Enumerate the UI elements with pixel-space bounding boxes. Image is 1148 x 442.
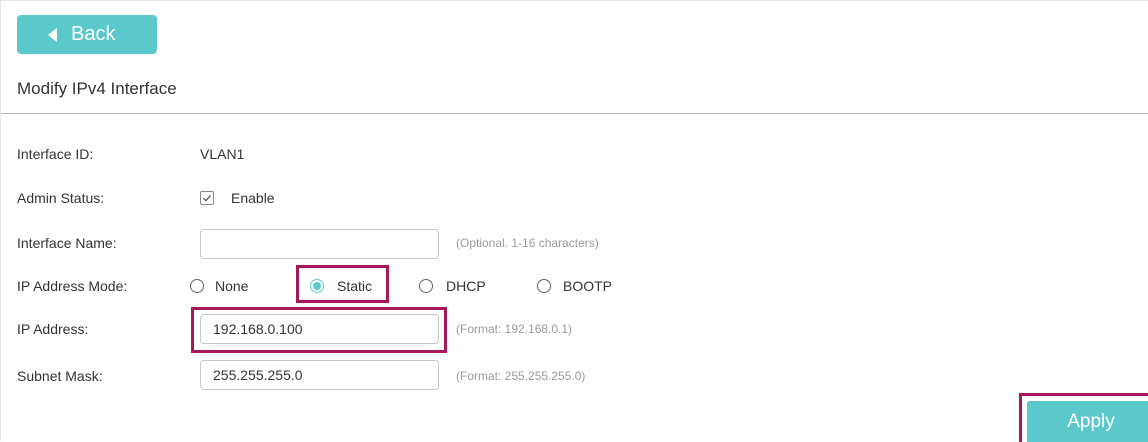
subnet-mask-input[interactable]: [200, 360, 439, 390]
arrow-left-icon: [48, 27, 57, 42]
back-button-label: Back: [71, 23, 116, 45]
interface-name-label: Interface Name:: [17, 235, 117, 251]
ip-mode-none-radio[interactable]: [190, 279, 204, 293]
ip-mode-none-label: None: [215, 278, 249, 294]
subnet-mask-hint: (Format: 255.255.255.0): [456, 369, 586, 383]
interface-id-label: Interface ID:: [17, 146, 94, 162]
admin-status-enable-label: Enable: [231, 190, 275, 206]
ip-mode-bootp-label: BOOTP: [563, 278, 613, 294]
apply-highlight-box: [1019, 393, 1148, 442]
static-highlight-box: [296, 265, 389, 303]
title-divider: [1, 113, 1148, 114]
checkmark-icon: [203, 194, 212, 202]
interface-name-hint: (Optional. 1-16 characters): [456, 236, 599, 250]
page-title: Modify IPv4 Interface: [17, 79, 177, 98]
subnet-mask-label: Subnet Mask:: [17, 368, 103, 384]
ip-mode-bootp-radio[interactable]: [537, 279, 551, 293]
ip-address-hint: (Format: 192.168.0.1): [456, 322, 573, 336]
interface-name-input[interactable]: [200, 229, 439, 259]
ip-mode-dhcp-label: DHCP: [446, 278, 486, 294]
ip-address-mode-label: IP Address Mode:: [17, 278, 128, 294]
interface-id-value: VLAN1: [200, 146, 245, 162]
admin-status-label: Admin Status:: [17, 190, 105, 206]
back-button[interactable]: Back: [17, 15, 157, 54]
ip-address-label: IP Address:: [17, 321, 89, 337]
ip-mode-dhcp-radio[interactable]: [419, 279, 433, 293]
modify-ipv4-interface-page: Back Modify IPv4 Interface Interface ID:…: [0, 0, 1148, 442]
admin-status-checkbox[interactable]: [200, 191, 214, 205]
ip-address-highlight-box: [191, 307, 447, 353]
